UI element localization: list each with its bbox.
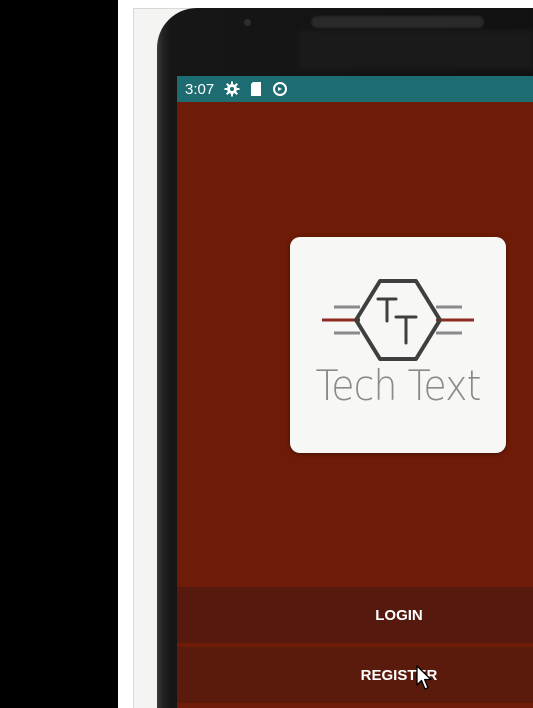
status-bar: 3:07 — [177, 76, 533, 102]
logo-card: Tech Text — [290, 237, 506, 453]
login-button[interactable]: LOGIN — [177, 587, 533, 643]
front-camera-icon — [244, 19, 251, 26]
screenshot-root: 3:07 Tech Text LOGIN REGISTER — [0, 0, 533, 708]
login-button-label: LOGIN — [375, 606, 423, 624]
status-time: 3:07 — [185, 80, 215, 98]
phone-earpiece — [310, 15, 485, 29]
sync-icon — [272, 81, 288, 97]
mouse-cursor-icon — [416, 665, 432, 690]
register-button[interactable]: REGISTER — [177, 647, 533, 703]
phone-screen: 3:07 Tech Text LOGIN REGISTER — [177, 76, 533, 708]
logo-name: Tech Text — [315, 361, 481, 410]
sd-card-icon — [248, 81, 264, 97]
phone-bezel — [298, 30, 533, 70]
logo-monogram-graphic — [376, 297, 418, 345]
gear-icon — [224, 81, 240, 97]
